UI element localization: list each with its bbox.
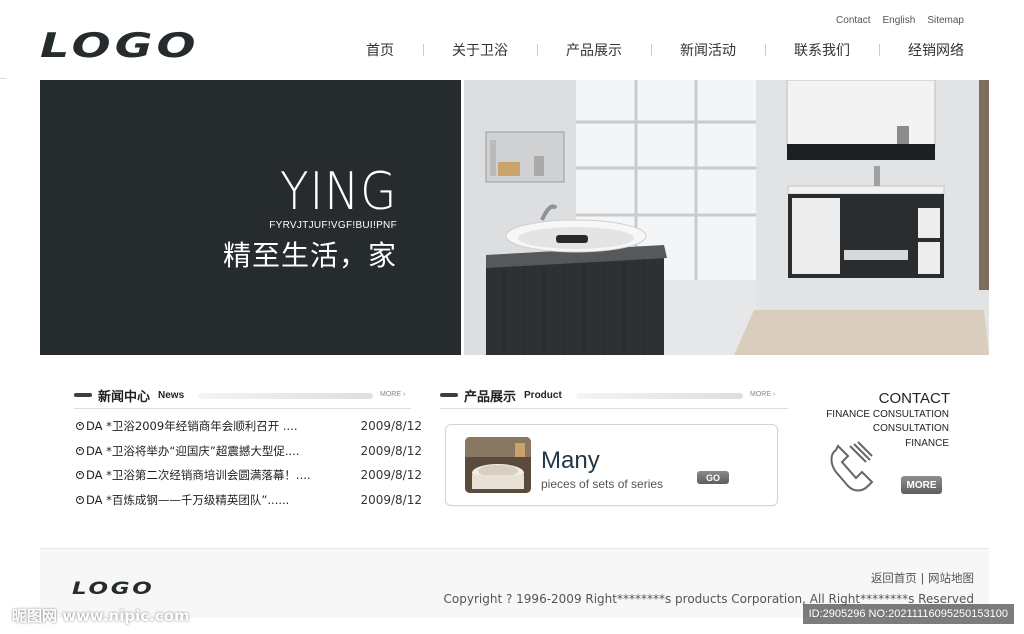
footer-link-separator: |: [920, 571, 925, 585]
play-bullet-icon: [76, 471, 84, 480]
news-item-date: 2009/8/12: [360, 443, 422, 458]
telephone-icon: [828, 440, 874, 492]
bathroom-illustration: [464, 80, 989, 355]
news-list: DA *卫浴2009年经销商年会顺利召开 .... 2009/8/12 DA *…: [76, 414, 422, 512]
contact-line: CONSULTATION: [872, 423, 949, 434]
contact-more-button[interactable]: MORE: [901, 476, 942, 494]
product-more-link[interactable]: MORE ›: [750, 391, 775, 398]
play-bullet-icon: [76, 446, 84, 455]
watermark-right: ID:2905296 NO:20211116095250153100: [802, 604, 1014, 624]
product-card-subtitle: pieces of sets of series: [541, 477, 664, 491]
nav-divider: [422, 44, 424, 56]
news-item[interactable]: DA *卫浴第二次经销商培训会圆满落幕！.... 2009/8/12: [76, 463, 422, 488]
news-item-date: 2009/8/12: [360, 419, 422, 434]
nav-about[interactable]: 关于卫浴: [446, 40, 514, 60]
news-more-link[interactable]: MORE ›: [380, 391, 405, 398]
heading-dash: [74, 393, 92, 397]
product-thumbnail-image: [465, 437, 531, 493]
utility-link-contact[interactable]: Contact: [836, 15, 870, 26]
banner-slogan: 精至生活，家: [222, 239, 397, 272]
nav-dealers[interactable]: 经销网络: [902, 40, 970, 60]
nav-divider: [536, 44, 538, 56]
news-item[interactable]: DA *卫浴将举办“迎国庆”超震撼大型促.... 2009/8/12: [76, 439, 422, 464]
heading-dash: [440, 393, 458, 397]
news-item-title[interactable]: DA *百炼成钢——千万级精英团队”......: [76, 492, 289, 508]
utility-link-sitemap[interactable]: Sitemap: [927, 15, 964, 26]
site-logo[interactable]: LOGO: [40, 26, 200, 66]
footer-link-home[interactable]: 返回首页: [871, 571, 917, 585]
news-item-title[interactable]: DA *卫浴第二次经销商培训会圆满落幕！....: [76, 467, 311, 483]
product-divider: [440, 408, 788, 409]
nav-divider: [650, 44, 652, 56]
footer-logo[interactable]: LOGO: [72, 579, 154, 599]
contact-line: FINANCE: [905, 438, 949, 449]
news-item-title[interactable]: DA *卫浴将举办“迎国庆”超震撼大型促....: [76, 443, 299, 459]
news-item-date: 2009/8/12: [360, 468, 422, 483]
watermark-left: 昵图网 www.nipic.com: [12, 607, 190, 625]
nav-divider: [764, 44, 766, 56]
news-item-text: DA *卫浴第二次经销商培训会圆满落幕！....: [86, 468, 311, 483]
play-bullet-icon: [76, 422, 84, 431]
contact-title: CONTACT: [878, 390, 950, 407]
contact-line: FINANCE CONSULTATION: [826, 409, 949, 420]
news-item-text: DA *卫浴2009年经销商年会顺利召开 ....: [86, 419, 298, 434]
footer-links: 返回首页 | 网站地图: [871, 570, 974, 586]
product-heading-cn: 产品展示: [464, 389, 517, 405]
nav-products[interactable]: 产品展示: [560, 40, 628, 60]
news-heading-bar: [198, 393, 373, 399]
news-heading-cn: 新闻中心: [98, 389, 151, 405]
banner-title: YING: [279, 162, 397, 222]
product-heading-en: Product: [524, 389, 562, 401]
banner-subtitle: FYRVJTJUF!VGF!BUI!PNF: [269, 220, 397, 231]
product-heading-bar: [576, 393, 743, 399]
product-card[interactable]: Many pieces of sets of series GO: [445, 424, 778, 506]
footer-link-sitemap[interactable]: 网站地图: [928, 571, 974, 585]
nav-contact[interactable]: 联系我们: [788, 40, 856, 60]
nav-divider: [878, 44, 880, 56]
banner-panel: YING FYRVJTJUF!VGF!BUI!PNF 精至生活，家: [40, 80, 461, 355]
go-button[interactable]: GO: [697, 471, 729, 484]
utility-links: Contact English Sitemap: [836, 15, 964, 26]
news-item[interactable]: DA *百炼成钢——千万级精英团队”...... 2009/8/12: [76, 488, 422, 513]
news-heading-en: News: [158, 389, 185, 401]
main-nav: 首页 关于卫浴 产品展示 新闻活动 联系我们 经销网络: [360, 40, 970, 60]
bathroom-photo: [464, 80, 989, 355]
nav-home[interactable]: 首页: [360, 40, 400, 60]
news-item-text: DA *百炼成钢——千万级精英团队”......: [86, 492, 290, 507]
news-item[interactable]: DA *卫浴2009年经销商年会顺利召开 .... 2009/8/12: [76, 414, 422, 439]
utility-link-english[interactable]: English: [883, 15, 916, 26]
news-divider: [74, 408, 411, 409]
news-item-text: DA *卫浴将举办“迎国庆”超震撼大型促....: [86, 443, 300, 458]
header-divider: [0, 78, 6, 79]
nav-news[interactable]: 新闻活动: [674, 40, 742, 60]
news-item-date: 2009/8/12: [360, 492, 422, 507]
play-bullet-icon: [76, 495, 84, 504]
product-thumbnail[interactable]: [465, 437, 531, 493]
product-card-title: Many: [541, 447, 600, 474]
product-heading: 产品展示 Product: [440, 386, 562, 405]
news-heading: 新闻中心 News: [74, 386, 185, 405]
news-item-title[interactable]: DA *卫浴2009年经销商年会顺利召开 ....: [76, 418, 297, 434]
